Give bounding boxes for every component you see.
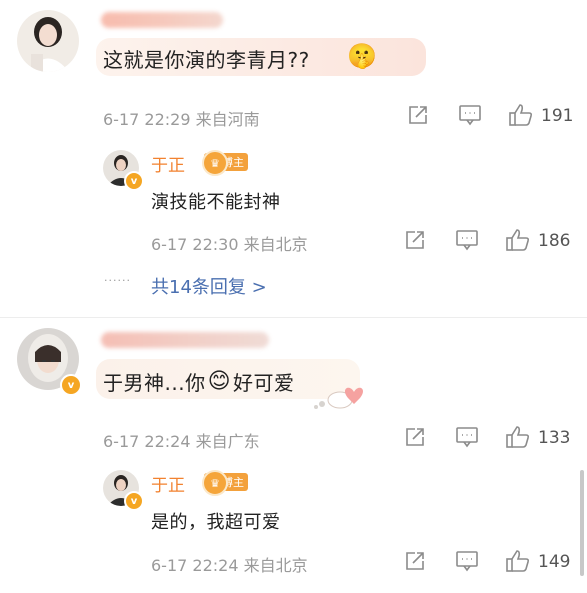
like-count: 133 xyxy=(538,428,571,448)
like-count: 149 xyxy=(538,552,571,572)
reply-text: 是的，我超可爱 xyxy=(151,512,281,533)
like-count: 191 xyxy=(541,106,574,126)
verified-badge-icon: v xyxy=(124,171,144,191)
commenter-username[interactable] xyxy=(101,12,223,28)
comment-divider xyxy=(0,317,587,318)
smile-emoji-icon: 😊 xyxy=(207,369,232,394)
comment-icon[interactable] xyxy=(455,550,479,576)
bubble-decoration xyxy=(308,382,374,416)
verified-badge-icon: v xyxy=(124,491,144,511)
reply-timestamp: 6-17 22:24 来自北京 xyxy=(151,556,308,575)
share-icon[interactable] xyxy=(404,550,426,576)
like-icon[interactable] xyxy=(508,103,534,131)
like-icon[interactable] xyxy=(505,228,531,256)
comment-timestamp: 6-17 22:24 来自广东 xyxy=(103,432,260,451)
share-icon[interactable] xyxy=(404,229,426,255)
blogger-badge: ♛ 博主 xyxy=(202,470,248,496)
reply-author[interactable]: 于正 xyxy=(151,151,185,176)
comment-icon[interactable] xyxy=(458,104,482,130)
reply-author[interactable]: 于正 xyxy=(151,471,185,496)
comment-icon[interactable] xyxy=(455,426,479,452)
comment-icon[interactable] xyxy=(455,229,479,255)
scrollbar[interactable] xyxy=(580,470,584,576)
verified-badge-icon: v xyxy=(60,374,82,396)
commenter-avatar[interactable] xyxy=(17,10,79,72)
like-count: 186 xyxy=(538,231,571,251)
more-replies-link[interactable]: 共14条回复 > xyxy=(151,273,267,299)
comment-text: 于男神...你 😊 好可爱 xyxy=(103,369,295,395)
comment-timestamp: 6-17 22:29 来自河南 xyxy=(103,110,260,129)
like-icon[interactable] xyxy=(505,425,531,453)
share-icon[interactable] xyxy=(407,104,429,130)
shush-emoji-icon: 🤫 xyxy=(347,42,377,70)
commenter-username[interactable] xyxy=(101,332,269,348)
ellipsis-divider: ······ xyxy=(104,274,131,287)
comment-text: 这就是你演的李青月?? xyxy=(103,48,310,72)
crown-icon: ♛ xyxy=(202,470,228,496)
blogger-badge: ♛ 博主 xyxy=(202,150,248,176)
reply-timestamp: 6-17 22:30 来自北京 xyxy=(151,235,308,254)
reply-text: 演技能不能封神 xyxy=(151,192,281,213)
like-icon[interactable] xyxy=(505,549,531,577)
share-icon[interactable] xyxy=(404,426,426,452)
crown-icon: ♛ xyxy=(202,150,228,176)
